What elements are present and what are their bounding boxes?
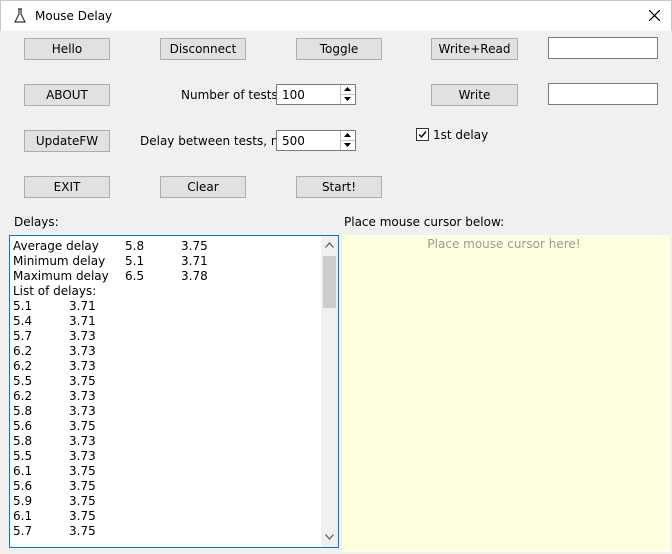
about-button[interactable]: ABOUT (24, 84, 110, 106)
title-bar: Mouse Delay (0, 0, 672, 31)
disconnect-button[interactable]: Disconnect (160, 38, 246, 60)
num-tests-value: 100 (282, 88, 305, 102)
delay-value: 3.71 (69, 314, 96, 328)
delay-stepper[interactable]: 500 (276, 130, 356, 151)
delay-value: 5.5 (13, 374, 33, 388)
stepper-up-button[interactable] (341, 131, 355, 141)
exit-button[interactable]: EXIT (24, 176, 110, 198)
delay-value: 6.2 (13, 344, 33, 358)
delay-value: 3.71 (69, 299, 96, 313)
list-header-text: List of delays: (13, 284, 97, 298)
first-delay-label[interactable]: 1st delay (433, 128, 488, 142)
delay-value: 3.73 (69, 389, 96, 403)
delay-value: 5.6 (13, 479, 33, 493)
stepper-arrows (340, 85, 355, 104)
scroll-thumb[interactable] (323, 256, 336, 308)
chevron-down-icon (344, 97, 351, 101)
summary-value: 3.78 (181, 269, 208, 283)
checkmark-icon (418, 131, 427, 139)
summary-value: 3.75 (181, 239, 208, 253)
delay-value: 5.8 (13, 434, 33, 448)
hello-button[interactable]: Hello (24, 38, 110, 60)
cursor-target-area[interactable]: Place mouse cursor here! (342, 235, 670, 552)
delay-value: 5.5 (13, 449, 33, 463)
clear-button[interactable]: Clear (160, 176, 246, 198)
stepper-down-button[interactable] (341, 141, 355, 150)
toggle-button[interactable]: Toggle (296, 38, 382, 60)
flask-icon (13, 8, 27, 24)
chevron-down-icon (325, 534, 334, 540)
scroll-down-button[interactable] (321, 529, 338, 546)
first-delay-checkbox[interactable] (416, 128, 429, 141)
delay-value: 3.73 (69, 434, 96, 448)
delay-value: 3.73 (69, 344, 96, 358)
delay-value: 3.73 (69, 449, 96, 463)
delays-label: Delays: (14, 215, 59, 229)
cursor-area-label: Place mouse cursor below: (344, 215, 505, 229)
summary-name: Minimum delay (13, 254, 106, 268)
scroll-up-button[interactable] (321, 237, 338, 254)
chevron-up-icon (344, 133, 351, 137)
vertical-scrollbar[interactable] (321, 236, 338, 547)
window-title: Mouse Delay (35, 9, 113, 23)
cursor-hint: Place mouse cursor here! (427, 237, 581, 251)
chevron-up-icon (325, 242, 334, 248)
delay-value: 5.6 (13, 419, 33, 433)
delay-value: 3.73 (69, 359, 96, 373)
summary-value: 5.1 (125, 254, 145, 268)
delay-label: Delay between tests, ms (140, 134, 289, 148)
delay-value: 5.8 (13, 404, 33, 418)
close-icon (649, 10, 660, 21)
write-read-button[interactable]: Write+Read (431, 38, 518, 60)
chevron-up-icon (344, 87, 351, 91)
delay-value: 6.1 (13, 464, 33, 478)
summary-name: Average delay (13, 239, 99, 253)
delays-textarea[interactable]: Average delay 5.8 3.75 Minimum delay 5.1… (9, 235, 339, 548)
delay-value: 5.7 (13, 329, 33, 343)
delay-value: 3.75 (69, 524, 96, 538)
write-input[interactable] (548, 83, 658, 105)
delay-value: 3.75 (69, 509, 96, 523)
num-tests-stepper[interactable]: 100 (276, 84, 356, 105)
delay-value: 6.1 (13, 509, 33, 523)
delay-value: 6.2 (13, 359, 33, 373)
delay-value: 3.75 (69, 419, 96, 433)
summary-name: Maximum delay (13, 269, 109, 283)
update-fw-button[interactable]: UpdateFW (24, 130, 110, 152)
summary-value: 3.71 (181, 254, 208, 268)
stepper-down-button[interactable] (341, 95, 355, 104)
summary-value: 5.8 (125, 239, 145, 253)
delay-value: 3.75 (69, 464, 96, 478)
delay-value: 5.4 (13, 314, 33, 328)
chevron-down-icon (344, 143, 351, 147)
delay-value: 5.1 (13, 299, 33, 313)
delay-value: 3.75 (69, 479, 96, 493)
delay-value: 5.7 (13, 524, 33, 538)
start-button[interactable]: Start! (296, 176, 382, 198)
num-tests-label: Number of tests (181, 88, 278, 102)
delay-value: 5.9 (13, 494, 33, 508)
delay-value: 500 (282, 134, 305, 148)
delay-value: 3.73 (69, 404, 96, 418)
summary-value: 6.5 (125, 269, 145, 283)
delay-value: 3.75 (69, 494, 96, 508)
stepper-up-button[interactable] (341, 85, 355, 95)
delay-value: 3.73 (69, 329, 96, 343)
write-read-input[interactable] (548, 37, 658, 59)
delay-value: 6.2 (13, 389, 33, 403)
delay-value: 3.75 (69, 374, 96, 388)
write-button[interactable]: Write (431, 84, 518, 106)
close-button[interactable] (641, 1, 669, 31)
stepper-arrows (340, 131, 355, 150)
